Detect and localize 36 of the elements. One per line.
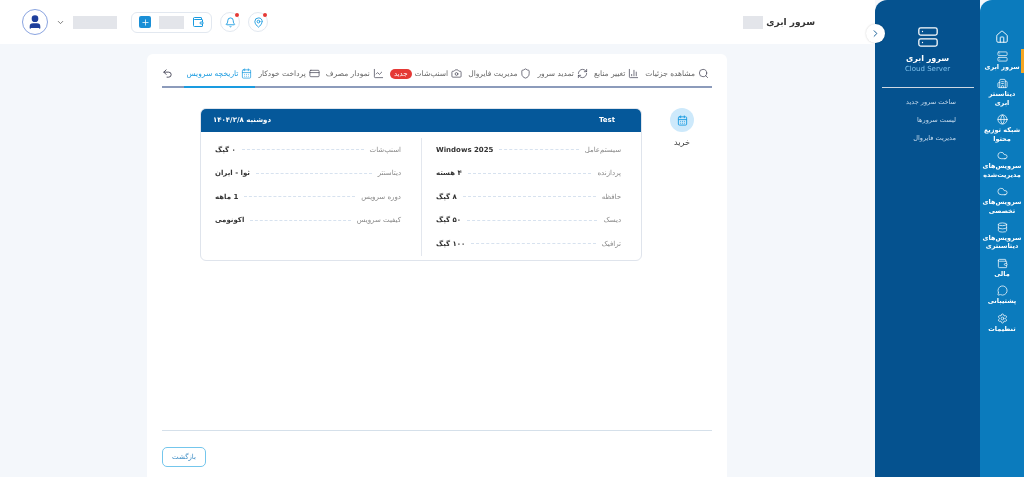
bar-chart-icon <box>628 68 640 79</box>
cloud-icon <box>996 186 1008 198</box>
building-icon <box>996 78 1008 90</box>
location-button[interactable] <box>248 12 268 32</box>
avatar[interactable] <box>22 9 48 35</box>
bell-icon <box>224 16 236 28</box>
server-icon <box>916 26 939 48</box>
settings-icon <box>996 312 1008 324</box>
chat-icon <box>996 285 1008 297</box>
pin-icon <box>252 16 264 28</box>
card-icon <box>308 68 320 79</box>
redacted-block <box>73 15 117 29</box>
notification-button[interactable] <box>220 12 240 32</box>
wallet-icon <box>192 16 204 28</box>
breadcrumb-title: سرور ابری <box>766 17 815 27</box>
globe-icon <box>996 114 1008 126</box>
shield-icon <box>520 68 532 79</box>
database-icon <box>996 221 1008 233</box>
plus-icon <box>139 16 151 28</box>
redacted-block <box>159 15 184 29</box>
calendar-icon <box>676 114 688 126</box>
cloud-icon <box>996 150 1008 162</box>
undo-icon <box>162 67 173 79</box>
calendar-icon <box>241 68 253 79</box>
wallet-pill[interactable] <box>131 11 212 33</box>
user-icon <box>27 14 43 30</box>
panel-title: سرور ابری <box>905 54 950 63</box>
camera-icon <box>451 68 463 79</box>
wallet-icon <box>996 257 1008 269</box>
search-icon <box>698 68 709 79</box>
event-label: خرید <box>674 138 690 147</box>
line-chart-icon <box>372 68 384 79</box>
home-icon <box>995 30 1009 44</box>
redacted-block <box>743 15 764 29</box>
refresh-icon <box>576 68 588 79</box>
server-icon <box>996 51 1008 62</box>
